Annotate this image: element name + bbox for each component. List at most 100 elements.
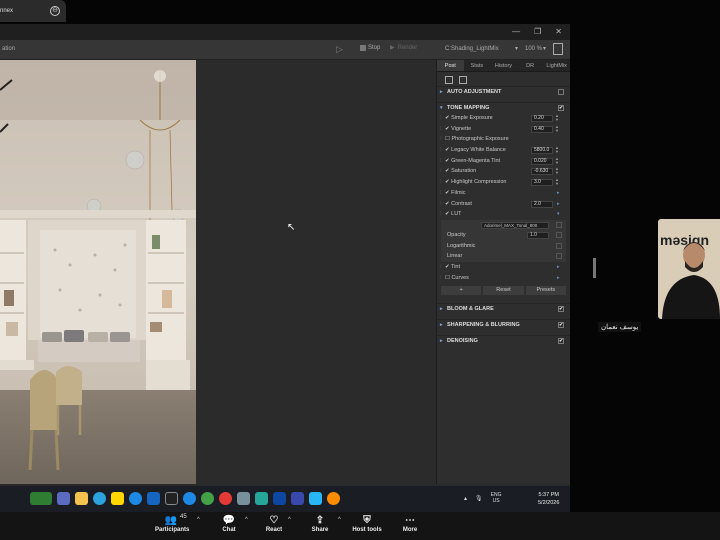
taskbar-clock[interactable]: 5:37 PM 5/2/2026 bbox=[538, 491, 559, 507]
react-chevron-icon[interactable]: ^ bbox=[288, 517, 291, 523]
add-layer-button[interactable]: + bbox=[441, 286, 482, 296]
section-bloom-glare[interactable]: ▸ BLOOM & GLARE ✔ bbox=[437, 303, 570, 313]
value-field[interactable]: 2.0 bbox=[531, 200, 553, 208]
spinner-icon[interactable]: ▲ ▼ bbox=[555, 178, 559, 186]
chat-button[interactable]: 💬 Chat bbox=[218, 515, 240, 533]
chat-chevron-icon[interactable]: ^ bbox=[245, 517, 248, 523]
tone-row-saturation[interactable]: ⁞ ✔ Saturation -0.630 ▲ ▼ bbox=[437, 166, 570, 177]
drag-handle-icon[interactable]: ⁞ bbox=[440, 188, 442, 199]
whatsapp-icon[interactable] bbox=[201, 492, 214, 505]
maximize-icon[interactable]: ❐ bbox=[534, 27, 541, 36]
zoom-chevron-icon[interactable]: ▾ bbox=[543, 45, 546, 52]
more-button[interactable]: ⋯ More bbox=[400, 515, 420, 533]
collapse-arrow-icon[interactable]: ▾ bbox=[557, 209, 560, 220]
drag-handle-icon[interactable]: ⁞ bbox=[440, 273, 442, 284]
language-indicator[interactable]: ENG US bbox=[491, 492, 502, 504]
load-icon[interactable] bbox=[459, 76, 467, 84]
tab-dr[interactable]: DR bbox=[517, 60, 544, 71]
presets-button[interactable]: Presets bbox=[525, 286, 566, 296]
close-icon[interactable]: ✕ bbox=[555, 27, 562, 36]
edge-icon[interactable] bbox=[129, 492, 142, 505]
tone-row-photographic-exposure[interactable]: ⁞ ☐ Photographic Exposure bbox=[437, 134, 570, 145]
drag-handle-icon[interactable]: ⁞ bbox=[440, 156, 442, 167]
widgets-icon[interactable] bbox=[30, 492, 52, 505]
share-button[interactable]: ⇪ Share bbox=[309, 515, 331, 533]
spinner-icon[interactable] bbox=[556, 232, 562, 239]
tone-row-white-balance[interactable]: ⁞ ✔ Legacy White Balance 5800.0 ▲ ▼ bbox=[437, 145, 570, 156]
tone-row-curves[interactable]: ⁞ ☐ Curves ▸ bbox=[437, 273, 570, 284]
drag-handle-icon[interactable]: ⁞ bbox=[440, 145, 442, 156]
section-toggle[interactable] bbox=[558, 89, 564, 95]
tone-row-highlight-compression[interactable]: ⁞ ✔ Highlight Compression 3.0 ▲ ▼ bbox=[437, 177, 570, 188]
section-sharpening[interactable]: ▸ SHARPENING & BLURRING ✔ bbox=[437, 319, 570, 329]
spinner-icon[interactable]: ▲ ▼ bbox=[555, 124, 559, 133]
drag-handle-icon[interactable]: ⁞ bbox=[440, 124, 442, 135]
paint-icon[interactable] bbox=[309, 492, 322, 505]
expand-arrow-icon[interactable]: ▸ bbox=[557, 273, 560, 284]
tray-chevron-icon[interactable]: ▴ bbox=[464, 495, 467, 502]
browse-icon[interactable] bbox=[556, 221, 562, 228]
file-explorer-icon[interactable] bbox=[75, 492, 88, 505]
value-field[interactable]: 0.40 bbox=[531, 125, 553, 133]
value-field[interactable]: -0.630 bbox=[531, 168, 553, 176]
value-field[interactable]: 5800.0 bbox=[531, 147, 553, 155]
minimize-icon[interactable]: — bbox=[512, 27, 520, 36]
drag-handle-icon[interactable]: ⁞ bbox=[440, 199, 442, 210]
tone-row-filmic[interactable]: ⁞ ✔ Filmic ▸ bbox=[437, 188, 570, 199]
expand-arrow-icon[interactable]: ▸ bbox=[557, 188, 560, 199]
tone-row-tint[interactable]: ⁞ ✔ Green-Magenta Tint 0.020 ▲ ▼ bbox=[437, 156, 570, 167]
section-tone-mapping[interactable]: ▾ TONE MAPPING ✔ bbox=[437, 102, 570, 112]
tone-row-vignette[interactable]: ⁞ ✔ Vignette 0.40 ▲ ▼ bbox=[437, 124, 570, 135]
channel-select[interactable]: C:Shading_LightMix bbox=[445, 46, 499, 52]
split-view-icon[interactable] bbox=[553, 43, 563, 55]
drag-handle-icon[interactable]: ⁞ bbox=[440, 209, 442, 220]
reset-button[interactable]: Reset bbox=[483, 286, 524, 296]
spinner-icon[interactable]: ▲ ▼ bbox=[555, 156, 559, 165]
browser-tab[interactable]: nnex ⊖ bbox=[0, 0, 66, 22]
value-field[interactable]: 3.0 bbox=[531, 179, 553, 187]
drag-handle-icon[interactable]: ⁞ bbox=[440, 113, 442, 124]
expand-arrow-icon[interactable]: ▸ bbox=[557, 199, 560, 210]
photoshop-icon[interactable] bbox=[147, 492, 160, 505]
calculator-icon[interactable] bbox=[237, 492, 250, 505]
drag-handle-icon[interactable]: ⁞ bbox=[440, 177, 442, 188]
lut-file-select[interactable]: Adorimel_MAX_Tonal_800 bbox=[481, 221, 549, 229]
save-icon[interactable] bbox=[445, 76, 453, 84]
render-button[interactable]: ▶ Render bbox=[390, 44, 417, 52]
logarithmic-checkbox[interactable] bbox=[556, 242, 562, 249]
linear-checkbox[interactable] bbox=[556, 253, 562, 260]
opacity-field[interactable]: 1.0 bbox=[527, 232, 549, 240]
react-button[interactable]: ♡ React bbox=[262, 515, 286, 533]
participants-chevron-icon[interactable]: ^ bbox=[197, 517, 200, 523]
share-chevron-icon[interactable]: ^ bbox=[338, 517, 341, 523]
tone-row-lut[interactable]: ⁞ ✔ LUT ▾ bbox=[437, 209, 570, 220]
tone-row-simple-exposure[interactable]: ⁞ ✔ Simple Exposure 0.20 ▲ ▼ bbox=[437, 113, 570, 124]
chevron-down-icon[interactable]: ▾ bbox=[515, 45, 518, 52]
section-toggle[interactable]: ✔ bbox=[558, 338, 564, 345]
drag-handle-icon[interactable]: ⁞ bbox=[440, 166, 442, 177]
firefox-icon[interactable] bbox=[327, 492, 340, 505]
tab-close-icon[interactable]: ⊖ bbox=[50, 6, 60, 16]
telegram-icon[interactable] bbox=[93, 492, 106, 505]
section-toggle[interactable]: ✔ bbox=[558, 306, 564, 313]
zoom-level[interactable]: 100 % bbox=[525, 46, 542, 52]
store-icon[interactable] bbox=[255, 492, 268, 505]
messenger-icon[interactable] bbox=[183, 492, 196, 505]
value-field[interactable]: 0.020 bbox=[531, 157, 553, 165]
participant-video[interactable]: məsign bbox=[658, 219, 720, 319]
spinner-icon[interactable]: ▲ ▼ bbox=[555, 114, 559, 122]
zoom-app-icon[interactable] bbox=[291, 492, 304, 505]
stop-button[interactable]: Stop bbox=[360, 45, 380, 51]
drag-handle-icon[interactable]: ⁞ bbox=[440, 134, 442, 145]
teams-icon[interactable] bbox=[57, 492, 70, 505]
host-tools-button[interactable]: ⛨ Host tools bbox=[350, 515, 384, 533]
spinner-icon[interactable]: ▲ ▼ bbox=[555, 146, 559, 154]
chrome-icon[interactable] bbox=[219, 492, 232, 505]
tab-lightmix[interactable]: LightMix bbox=[543, 60, 570, 71]
section-toggle[interactable]: ✔ bbox=[558, 105, 564, 111]
value-field[interactable]: 0.20 bbox=[531, 115, 553, 122]
notes-icon[interactable] bbox=[111, 492, 124, 505]
section-auto-adjustment[interactable]: ▸ AUTO ADJUSTMENT bbox=[437, 86, 570, 96]
tone-row-contrast[interactable]: ⁞ ✔ Contrast 2.0 ▸ bbox=[437, 199, 570, 210]
expand-arrow-icon[interactable]: ▸ bbox=[557, 262, 560, 273]
